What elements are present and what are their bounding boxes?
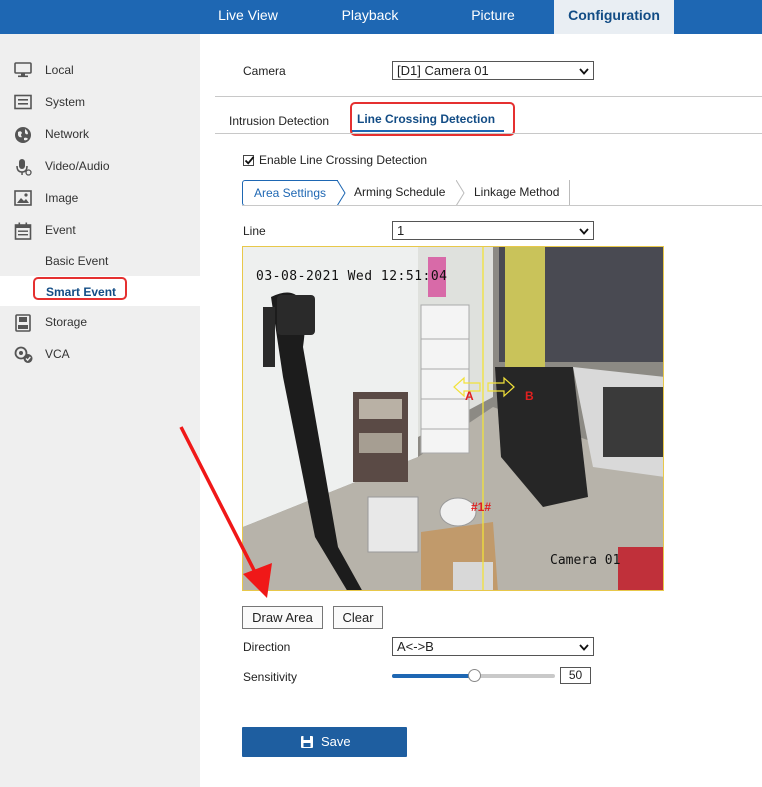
tab-separator-icon (456, 180, 465, 206)
marker-b: B (525, 389, 534, 403)
sensitivity-slider-fill (392, 674, 474, 678)
sidebar-item-image[interactable]: Image (0, 183, 200, 213)
video-timestamp: 03-08-2021 Wed 12:51:04 (256, 269, 448, 284)
image-icon (14, 190, 32, 206)
sidebar-item-label: Basic Event (45, 254, 109, 268)
checkmark-icon (244, 156, 255, 165)
sidebar-item-label: VCA (45, 347, 70, 361)
globe-icon (14, 126, 32, 143)
floppy-disk-icon (301, 736, 313, 748)
tab-live-view[interactable]: Live View (198, 0, 298, 34)
save-label: Save (321, 734, 351, 749)
system-icon (14, 94, 32, 110)
tab-separator-icon (337, 180, 346, 206)
sidebar-item-video-audio[interactable]: Video/Audio (0, 151, 200, 181)
sidebar-item-label: Local (45, 63, 74, 77)
divider (215, 96, 762, 97)
direction-label: Direction (243, 640, 291, 654)
sidebar-item-smart-event[interactable]: Smart Event (0, 276, 200, 306)
divider (215, 133, 762, 134)
divider (242, 205, 762, 206)
monitor-icon (14, 62, 32, 78)
sidebar-item-event[interactable]: Event (0, 215, 200, 245)
tab-configuration[interactable]: Configuration (554, 0, 674, 34)
clear-button[interactable]: Clear (333, 606, 383, 629)
sidebar-item-storage[interactable]: Storage (0, 307, 200, 337)
camera-select-value: [D1] Camera 01 (397, 63, 489, 78)
video-preview[interactable]: 03-08-2021 Wed 12:51:04 Camera 01 A B #1… (242, 246, 664, 591)
sensitivity-slider-thumb[interactable] (467, 669, 481, 682)
calendar-icon (14, 222, 32, 240)
settings-subtabs: Area Settings Arming Schedule Linkage Me… (242, 180, 762, 206)
sidebar-item-local[interactable]: Local (0, 55, 200, 85)
sensitivity-input[interactable]: 50 (560, 667, 591, 684)
tab-arming-schedule[interactable]: Arming Schedule (354, 180, 445, 206)
tab-playback[interactable]: Playback (320, 0, 420, 34)
camera-select[interactable]: [D1] Camera 01 (392, 61, 594, 80)
camera-label: Camera (243, 64, 286, 78)
marker-a: A (465, 389, 474, 403)
direction-select-value: A<->B (397, 639, 434, 654)
draw-area-button[interactable]: Draw Area (242, 606, 323, 629)
microphone-icon (14, 158, 32, 176)
line-select-value: 1 (397, 223, 405, 238)
direction-select[interactable]: A<->B (392, 637, 594, 656)
enable-checkbox[interactable] (243, 155, 255, 166)
line-tag: #1# (471, 500, 492, 514)
sidebar-item-system[interactable]: System (0, 87, 200, 117)
sidebar-item-label: System (45, 95, 86, 109)
storage-icon (14, 314, 32, 332)
tab-linkage-method[interactable]: Linkage Method (474, 180, 559, 206)
sidebar-item-vca[interactable]: VCA (0, 339, 200, 369)
tab-intrusion-detection[interactable]: Intrusion Detection (229, 114, 329, 128)
sidebar-item-label: Storage (45, 315, 88, 329)
highlight-box (350, 102, 515, 136)
vca-icon (14, 346, 33, 363)
sidebar-item-network[interactable]: Network (0, 119, 200, 149)
sidebar-item-label: Event (45, 223, 76, 237)
chevron-down-icon (579, 68, 589, 75)
enable-label: Enable Line Crossing Detection (259, 153, 428, 167)
sidebar-item-basic-event[interactable]: Basic Event (0, 246, 200, 276)
video-camera-name: Camera 01 (550, 553, 621, 568)
sidebar-item-label: Smart Event (46, 285, 117, 299)
tab-end-border (569, 180, 570, 206)
camera-scene (243, 247, 663, 590)
sidebar-item-label: Image (45, 191, 79, 205)
line-label: Line (243, 224, 266, 238)
main-panel: Camera [D1] Camera 01 Intrusion Detectio… (200, 34, 762, 787)
chevron-down-icon (579, 644, 589, 651)
sensitivity-label: Sensitivity (243, 670, 298, 684)
save-button[interactable]: Save (242, 727, 407, 757)
tab-picture[interactable]: Picture (443, 0, 543, 34)
tab-area-settings[interactable]: Area Settings (242, 180, 338, 206)
line-select[interactable]: 1 (392, 221, 594, 240)
sidebar-item-label: Video/Audio (45, 159, 110, 173)
sidebar-item-label: Network (45, 127, 90, 141)
chevron-down-icon (579, 228, 589, 235)
top-nav: Live View Playback Picture Configuration (0, 0, 762, 34)
sidebar: Local System Network Video/Audio Image E… (0, 34, 200, 787)
